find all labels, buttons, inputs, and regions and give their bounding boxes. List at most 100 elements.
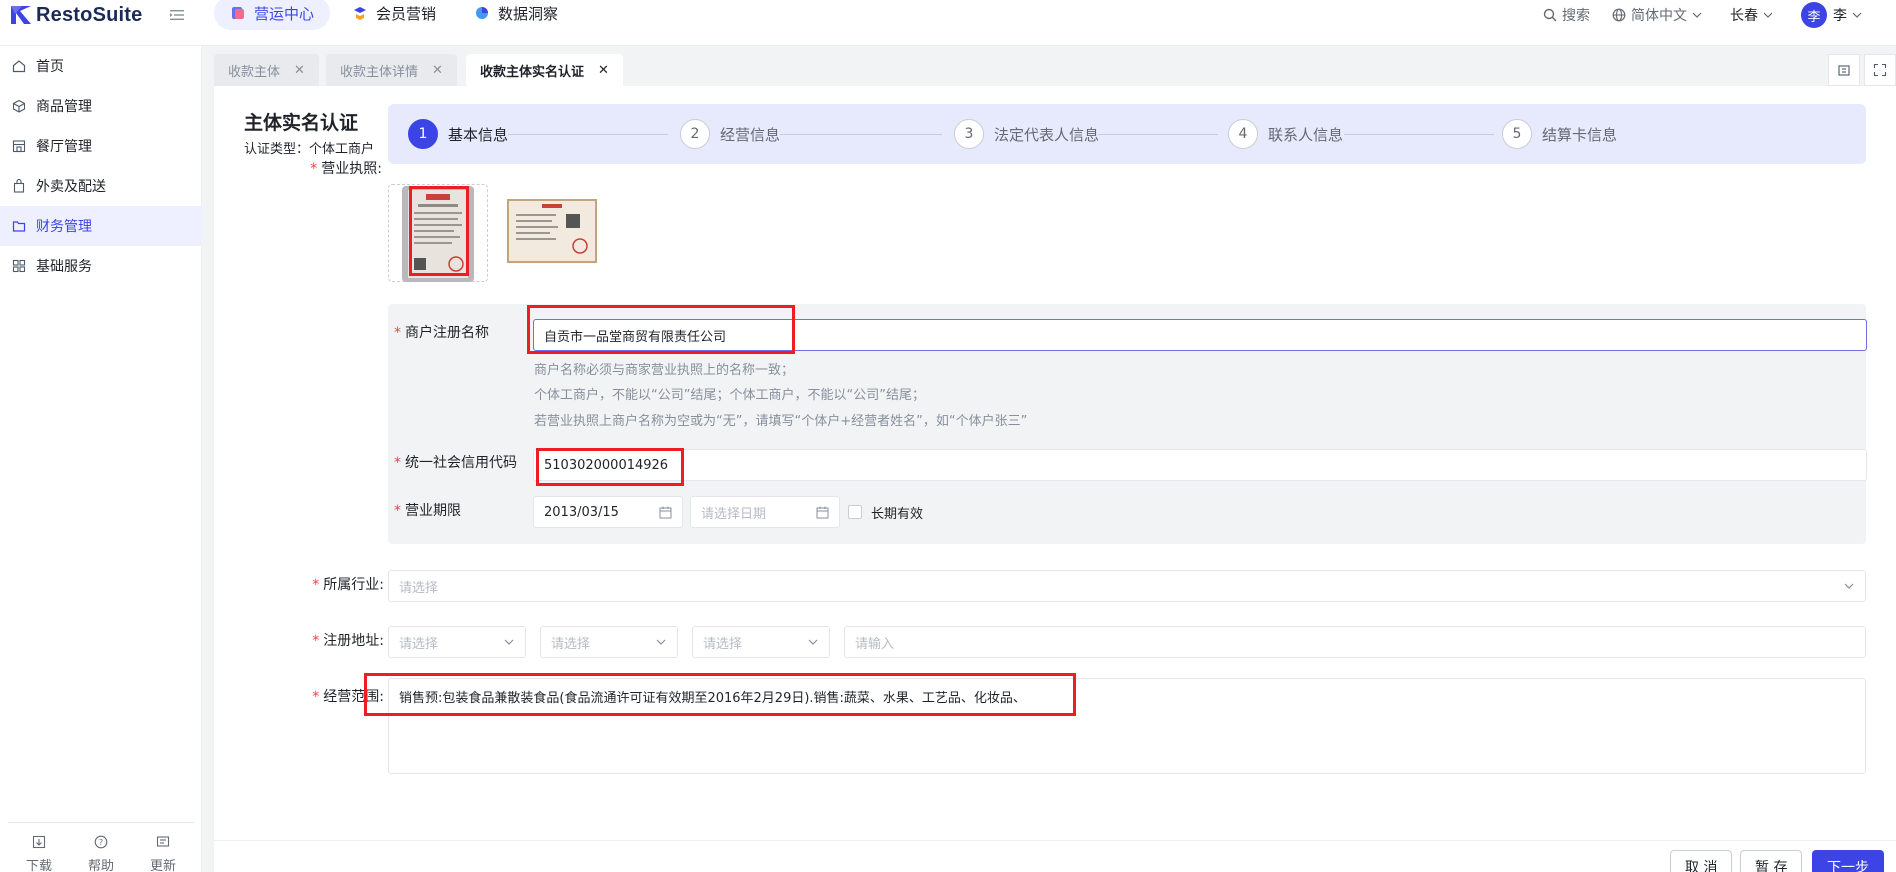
topnav-data-insights[interactable]: 数据洞察 (458, 0, 574, 30)
sidebar-item-label: 基础服务 (36, 259, 92, 275)
tab-label: 收款主体详情 (340, 64, 419, 80)
province-placeholder: 请选择 (399, 636, 439, 652)
collapse-sidebar-icon[interactable] (168, 6, 186, 24)
sidebar-item-restaurants[interactable]: 餐厅管理 (0, 126, 202, 166)
sidebar-item-label: 商品管理 (36, 99, 92, 115)
business-scope-label: * 经营范围: (304, 686, 384, 706)
store-icon (12, 140, 26, 153)
tab-payee-verification[interactable]: 收款主体实名认证 ✕ (466, 54, 623, 86)
cancel-button[interactable]: 取 消 (1670, 850, 1733, 872)
grid-icon (12, 259, 26, 273)
sidebar: 首页 商品管理 餐厅管理 外卖及配送 财务管理 基础服务 下载 ? 帮助 更新 (0, 46, 202, 872)
footer-bar (214, 840, 1896, 872)
address-label: * 注册地址: (304, 630, 384, 650)
sidebar-item-delivery[interactable]: 外卖及配送 (0, 166, 202, 206)
tab-payee-detail[interactable]: 收款主体详情 ✕ (326, 54, 457, 86)
help-icon: ? (94, 835, 108, 849)
help-label: 帮助 (87, 859, 114, 872)
sidebar-item-basic-services[interactable]: 基础服务 (0, 246, 202, 286)
step-number: 2 (680, 119, 710, 149)
business-scope-textarea[interactable]: 销售预:包装食品兼散装食品(食品流通许可证有效期至2016年2月29日).销售:… (388, 678, 1866, 774)
city-selector[interactable]: 长春 (1730, 5, 1779, 25)
language-selector[interactable]: 简体中文 (1612, 5, 1708, 25)
long-term-checkbox[interactable] (848, 505, 862, 519)
period-end-date-picker[interactable]: 请选择日期 (690, 496, 840, 528)
credit-code-input[interactable]: 510302000014926 (533, 449, 1867, 481)
chevron-down-icon (1692, 12, 1702, 18)
insights-icon (476, 7, 489, 19)
step-business-info: 2 经营信息 (680, 118, 780, 150)
operations-icon (232, 7, 244, 19)
step-label: 结算卡信息 (1542, 125, 1618, 144)
city-select[interactable]: 请选择 (540, 626, 678, 658)
step-connector (1344, 134, 1494, 135)
search-label: 搜索 (1562, 8, 1590, 24)
period-end-placeholder: 请选择日期 (701, 506, 767, 522)
sidebar-item-products[interactable]: 商品管理 (0, 86, 202, 126)
globe-icon (1612, 8, 1626, 22)
industry-label-text: 所属行业: (323, 577, 384, 593)
scope-label-text: 经营范围: (323, 689, 384, 705)
sidebar-item-finance[interactable]: 财务管理 (0, 206, 202, 246)
step-contact: 4 联系人信息 (1228, 118, 1343, 150)
download-label: 下载 (25, 859, 52, 872)
topnav-label: 营运中心 (254, 4, 315, 23)
fullscreen-button[interactable] (1864, 54, 1896, 86)
download-icon (32, 835, 46, 849)
sidebar-item-label: 首页 (36, 59, 64, 75)
next-step-button[interactable]: 下一步 (1812, 850, 1884, 872)
period-start-date-picker[interactable]: 2013/03/15 (533, 496, 683, 528)
industry-label: * 所属行业: (304, 574, 384, 594)
step-connector (508, 134, 668, 135)
sidebar-item-label: 财务管理 (36, 219, 92, 235)
svg-text:?: ? (99, 838, 103, 847)
topnav-member-marketing[interactable]: 会员营销 (336, 0, 452, 30)
industry-select[interactable]: 请选择 (388, 570, 1866, 602)
required-mark: * (312, 577, 320, 593)
search-button[interactable]: 搜索 (1543, 5, 1590, 25)
step-settlement-card: 5 结算卡信息 (1502, 118, 1617, 150)
step-connector (780, 134, 942, 135)
progress-steps: 1 基本信息 2 经营信息 3 法定代表人信息 4 联系人信息 5 结算卡信息 (388, 104, 1866, 164)
license-label: * 营业执照: (306, 158, 382, 178)
topnav-operations-center[interactable]: 营运中心 (214, 0, 331, 30)
required-mark: * (394, 325, 401, 341)
chevron-down-icon (1844, 583, 1854, 589)
building-icon (1838, 65, 1850, 76)
step-label: 法定代表人信息 (994, 125, 1100, 144)
bag-icon (13, 179, 25, 193)
tab-tools (1824, 54, 1896, 86)
close-icon[interactable]: ✕ (294, 63, 305, 78)
tab-tool-home[interactable] (1828, 54, 1860, 86)
city-placeholder: 请选择 (551, 636, 591, 652)
license-image-portrait[interactable] (402, 186, 474, 282)
language-label: 简体中文 (1631, 8, 1687, 24)
merchant-name-input[interactable]: 自贡市一品堂商贸有限责任公司 (533, 319, 1867, 351)
top-navigation: 营运中心 会员营销 数据洞察 (214, 0, 580, 30)
close-icon[interactable]: ✕ (432, 63, 443, 78)
close-icon[interactable]: ✕ (598, 63, 609, 78)
license-image-landscape[interactable] (506, 198, 598, 264)
download-button[interactable]: 下载 (26, 835, 52, 872)
long-term-label: 长期有效 (871, 507, 924, 522)
tab-payee[interactable]: 收款主体 ✕ (214, 54, 319, 86)
logo[interactable]: RestoSuite (10, 3, 142, 27)
page-title: 主体实名认证 (244, 112, 359, 134)
required-mark: * (394, 455, 401, 471)
save-draft-button[interactable]: 暂 存 (1740, 850, 1803, 872)
sidebar-item-home[interactable]: 首页 (0, 46, 202, 86)
address-detail-input[interactable]: 请输入 (844, 626, 1866, 658)
help-button[interactable]: ? 帮助 (88, 835, 114, 872)
update-button[interactable]: 更新 (150, 835, 176, 872)
avatar: 李 (1801, 2, 1827, 28)
main-panel: 主体实名认证 认证类型：个体工商户 1 基本信息 2 经营信息 3 法定代表人信… (214, 86, 1896, 872)
district-select[interactable]: 请选择 (692, 626, 830, 658)
district-placeholder: 请选择 (703, 636, 743, 652)
user-menu[interactable]: 李 李 (1801, 2, 1868, 28)
step-legal-rep: 3 法定代表人信息 (954, 118, 1099, 150)
merchant-name-hint-3: 若营业执照上商户名称为空或为“无”，请填写“个体户+经营者姓名”，如“个体户张三… (534, 414, 1028, 429)
credit-code-label: * 统一社会信用代码 (394, 452, 534, 472)
address-label-text: 注册地址: (323, 633, 384, 649)
tab-label: 收款主体 (228, 64, 281, 80)
province-select[interactable]: 请选择 (388, 626, 526, 658)
